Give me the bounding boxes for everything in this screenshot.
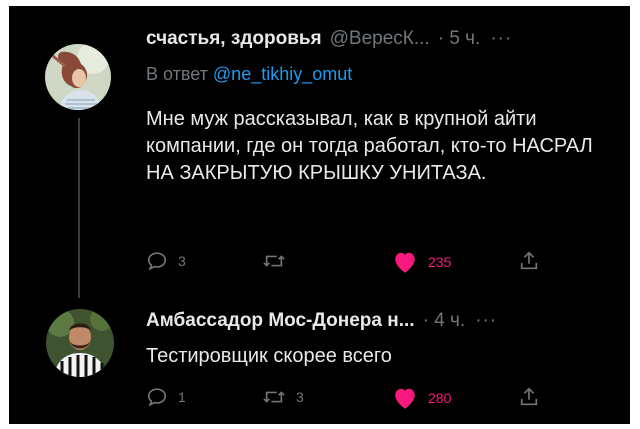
more-options-icon[interactable]: ··· <box>475 310 497 332</box>
reply-count: 3 <box>178 253 186 269</box>
timestamp[interactable]: · 5 ч. <box>438 28 481 50</box>
share-button[interactable] <box>518 386 550 408</box>
like-button[interactable]: 235 <box>392 250 451 274</box>
reply-icon <box>147 388 167 407</box>
share-icon <box>520 251 538 270</box>
retweet-icon <box>263 255 285 267</box>
reply-button[interactable]: 1 <box>146 386 186 408</box>
thread-line <box>78 118 80 298</box>
heart-icon <box>395 252 415 273</box>
reply-count: 1 <box>178 389 186 405</box>
retweet-icon <box>263 391 285 403</box>
avatar[interactable] <box>45 44 111 110</box>
tweet-header: счастья, здоровья @ВересК... · 5 ч. ··· <box>146 28 512 50</box>
reply-context: В ответ @ne_tikhiy_omut <box>146 64 352 85</box>
share-button[interactable] <box>518 250 550 272</box>
more-options-icon[interactable]: ··· <box>490 28 512 50</box>
reply-prefix: В ответ <box>146 64 208 84</box>
reply-icon <box>147 252 167 271</box>
like-count: 280 <box>428 390 452 406</box>
tweet-text: Мне муж рассказывал, как в крупной айти … <box>146 108 593 184</box>
tweet-text: Тестировщик скорее всего <box>146 345 392 367</box>
timestamp[interactable]: · 4 ч. <box>423 310 466 332</box>
like-count: 235 <box>428 254 452 270</box>
author-name[interactable]: Амбассадор Мос-Донера н... <box>146 310 415 332</box>
retweet-count: 3 <box>296 389 304 405</box>
reply-mention[interactable]: @ne_tikhiy_omut <box>213 64 352 84</box>
retweet-button[interactable] <box>262 250 296 272</box>
avatar[interactable] <box>46 309 114 377</box>
author-name[interactable]: счастья, здоровья <box>146 28 322 50</box>
timeline: счастья, здоровья @ВересК... · 5 ч. ··· … <box>9 6 630 424</box>
share-icon <box>520 387 538 406</box>
author-handle[interactable]: @ВересК... <box>330 28 430 50</box>
reply-button[interactable]: 3 <box>146 250 186 272</box>
tweet-header: Амбассадор Мос-Донера н... · 4 ч. ··· <box>146 310 497 332</box>
retweet-button[interactable]: 3 <box>262 386 304 408</box>
like-button[interactable]: 280 <box>392 386 451 410</box>
heart-icon <box>395 388 415 409</box>
